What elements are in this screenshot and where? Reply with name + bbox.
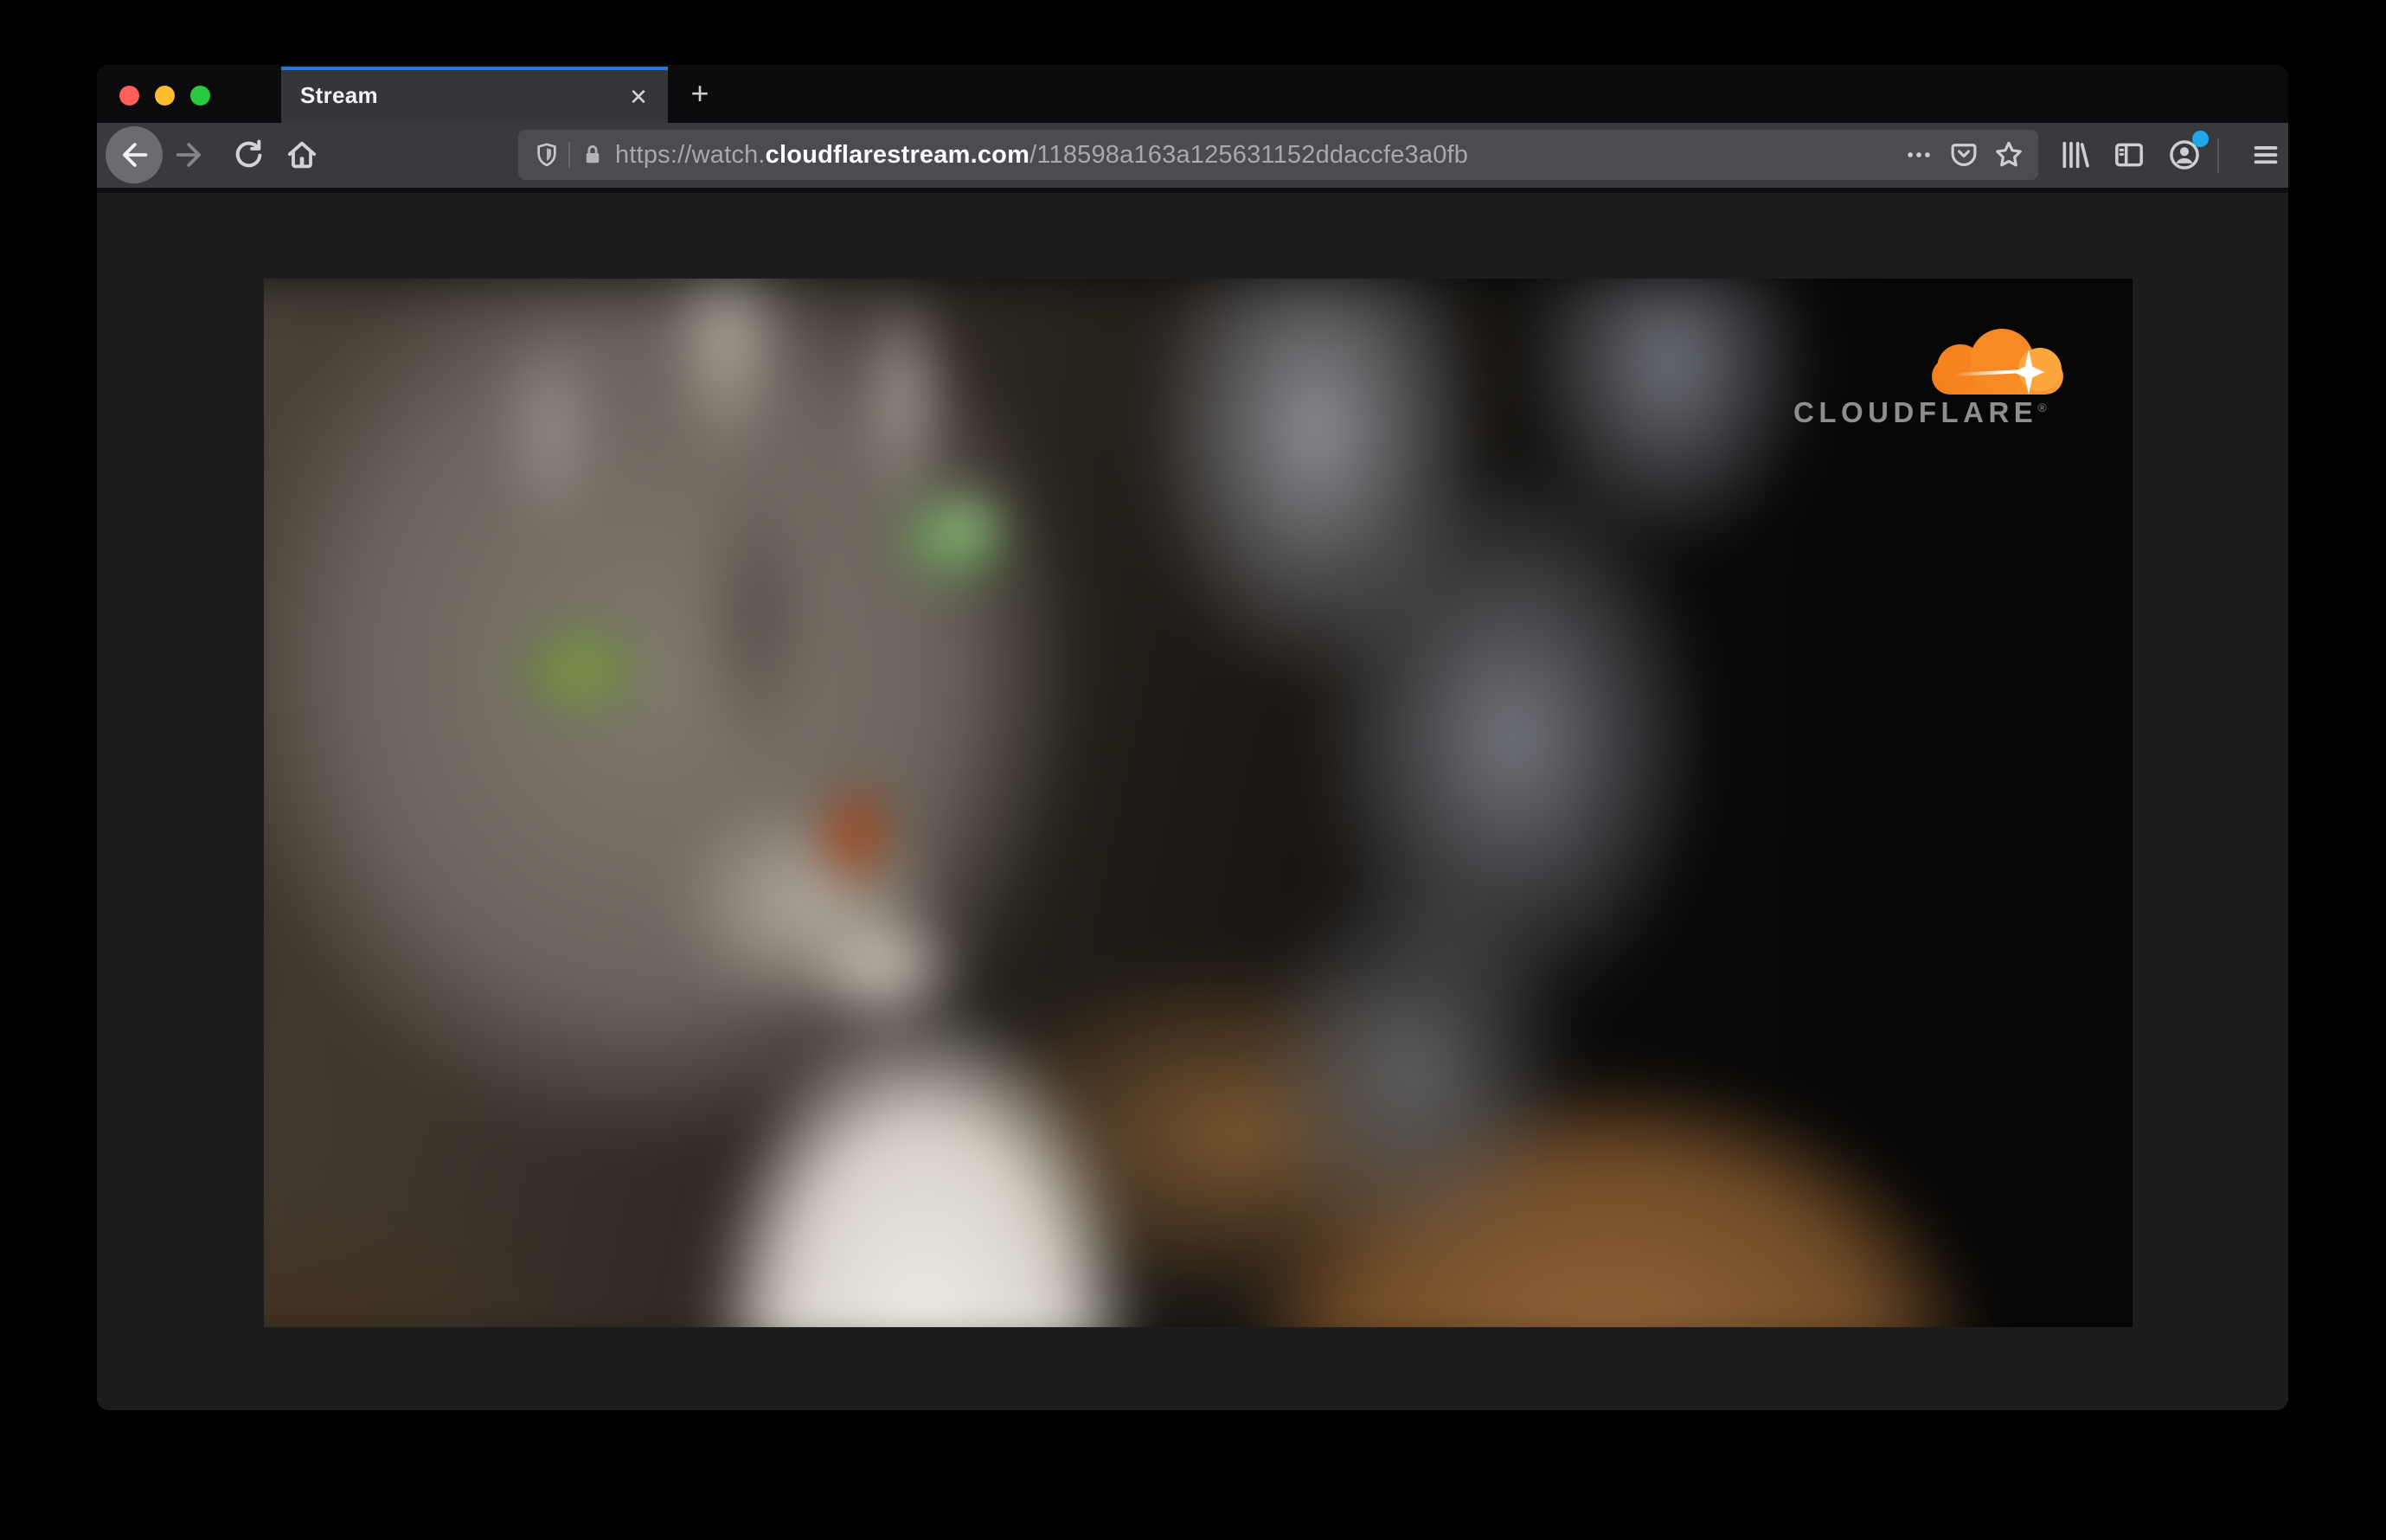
library-icon [2062,141,2089,169]
back-arrow-icon [123,143,148,167]
url-domain: cloudflarestream.com [765,140,1030,169]
library-button[interactable] [2056,126,2094,183]
url-text: https://watch.cloudflarestream.com/11859… [615,141,1468,170]
url-bar-separator [568,142,570,168]
cloudflare-cloud-icon [1932,329,2063,395]
minimize-window-button[interactable] [155,86,175,106]
video-player[interactable]: CLOUDFLARE® [264,279,2133,1327]
page-actions-icon[interactable] [1896,134,1941,176]
registered-mark: ® [2037,401,2047,414]
tracking-protection-shield-icon[interactable] [530,141,563,169]
reload-icon [235,139,262,168]
url-scheme: https://watch. [615,140,766,169]
zoom-window-button[interactable] [190,86,210,106]
toolbar-separator [2217,138,2219,173]
url-bar-actions [1896,130,2031,180]
home-icon [287,141,317,169]
browser-window: Stream ✕ + https://watch.cloudflarestrea… [97,65,2288,1410]
menu-button[interactable] [2247,126,2285,183]
sidebar-icon [2115,143,2143,167]
tab-stream[interactable]: Stream ✕ [281,67,668,123]
navigation-toolbar: https://watch.cloudflarestream.com/11859… [97,123,2288,193]
reload-button[interactable] [228,126,266,183]
url-bar-identity: https://watch.cloudflarestream.com/11859… [518,130,1468,180]
cloudflare-watermark: CLOUDFLARE® [1786,327,2081,431]
sidebar-toggle-button[interactable] [2110,126,2148,183]
close-window-button[interactable] [119,86,139,106]
forward-arrow-icon [176,143,201,167]
tab-title: Stream [300,82,378,108]
back-button[interactable] [106,126,163,183]
url-bar[interactable]: https://watch.cloudflarestream.com/11859… [518,130,2038,180]
hamburger-menu-icon [2254,146,2278,164]
page-content: CLOUDFLARE® [97,193,2288,1410]
pocket-save-icon[interactable] [1941,134,1986,176]
bookmark-star-icon[interactable] [1986,134,2031,176]
account-notification-dot [2192,131,2209,147]
tab-bar: Stream ✕ + [97,65,2288,123]
account-button[interactable] [2165,126,2209,183]
home-button[interactable] [283,126,321,183]
forward-button[interactable] [170,126,208,183]
secure-connection-lock-icon[interactable] [577,142,608,168]
cloudflare-wordmark: CLOUDFLARE® [1793,396,2047,428]
url-path: /118598a163a125631152ddaccfe3a0fb [1029,140,1469,169]
video-frame-cat [264,279,2133,1327]
new-tab-button[interactable]: + [682,75,718,112]
close-tab-icon[interactable]: ✕ [623,81,654,112]
desktop-background: Stream ✕ + https://watch.cloudflarestrea… [0,0,2386,1540]
